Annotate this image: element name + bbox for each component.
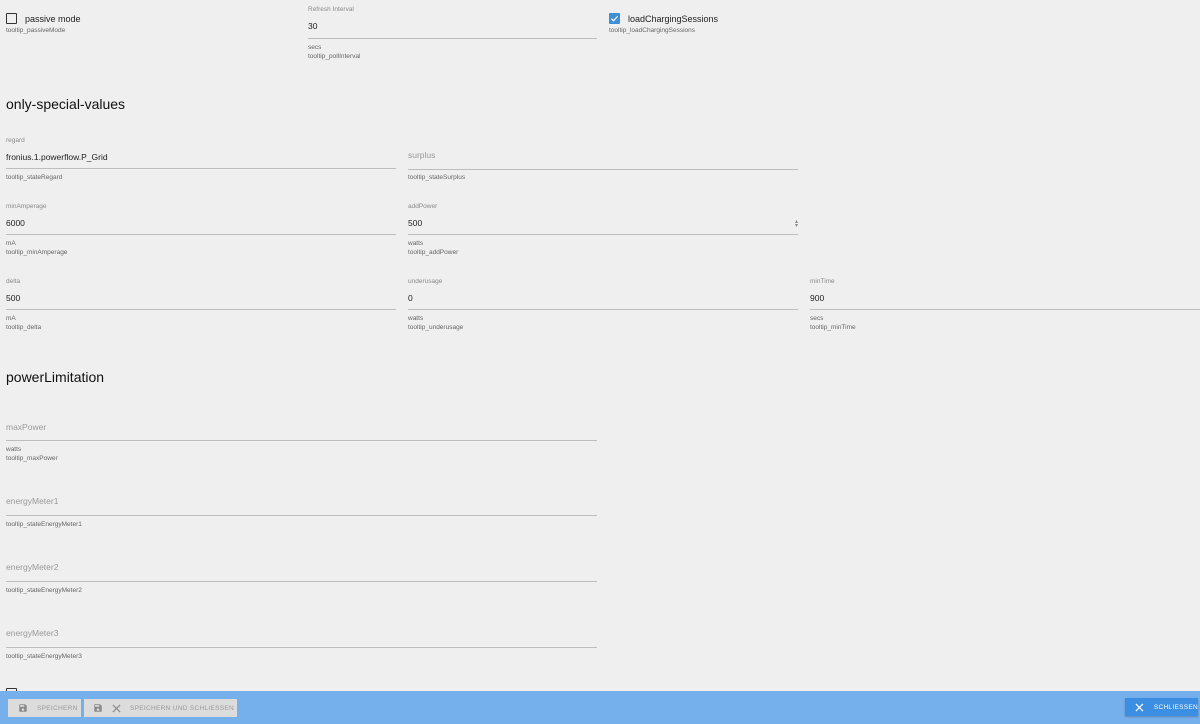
save-icon	[94, 704, 102, 712]
regard-underline	[6, 168, 396, 169]
load-charging-label: loadChargingSessions	[628, 13, 719, 24]
refresh-interval-input[interactable]: 30	[308, 21, 597, 31]
save-icon	[19, 704, 27, 712]
passive-mode-checkbox[interactable]	[6, 13, 17, 24]
number-spinner-icon[interactable]: ▴ ▾	[795, 219, 798, 229]
close-button[interactable]: schliessen	[1125, 698, 1198, 716]
max-power-unit: watts	[6, 446, 22, 453]
min-time-tooltip: tooltip_minTime	[810, 324, 856, 331]
energy-meter1-underline	[6, 515, 597, 516]
check-icon	[610, 15, 619, 22]
save-and-close-label: Speichern und schliessen	[130, 704, 234, 712]
add-power-label: addPower	[408, 203, 438, 210]
refresh-interval-label: Refresh Interval	[308, 6, 354, 13]
energy-meter1-input[interactable]: energyMeter1	[6, 496, 597, 506]
min-time-label: minTime	[810, 278, 835, 285]
refresh-interval-tooltip: tooltip_pollInterval	[308, 53, 361, 60]
section-title-power-limitation: powerLimitation	[6, 369, 105, 385]
min-amperage-unit: mA	[6, 240, 16, 247]
energy-meter1-tooltip: tooltip_stateEnergyMeter1	[6, 521, 82, 528]
energy-meter2-input[interactable]: energyMeter2	[6, 562, 597, 572]
delta-underline	[6, 309, 396, 310]
surplus-tooltip: tooltip_stateSurplus	[408, 174, 466, 181]
underusage-label: underusage	[408, 278, 443, 285]
close-button-label: schliessen	[1153, 703, 1198, 711]
save-and-close-button[interactable]: Speichern und schliessen	[84, 699, 237, 717]
regard-input[interactable]: fronius.1.powerflow.P_Grid	[6, 152, 396, 162]
underusage-underline	[408, 309, 798, 310]
underusage-tooltip: tooltip_underusage	[408, 324, 464, 331]
energy-meter3-tooltip: tooltip_stateEnergyMeter3	[6, 653, 82, 660]
delta-tooltip: tooltip_delta	[6, 324, 42, 331]
close-icon	[1135, 703, 1144, 711]
add-power-input[interactable]: 500	[408, 218, 798, 228]
delta-field[interactable]: delta 500	[6, 278, 396, 310]
surplus-input[interactable]: surplus	[408, 150, 798, 160]
min-time-field[interactable]: minTime 900	[810, 278, 1200, 310]
underusage-input[interactable]: 0	[408, 293, 798, 303]
add-power-tooltip: tooltip_addPower	[408, 249, 459, 256]
energy-meter2-field[interactable]: energyMeter2	[6, 562, 597, 582]
energy-meter3-field[interactable]: energyMeter3	[6, 628, 597, 648]
load-charging-checkbox-row[interactable]: loadChargingSessions	[609, 13, 718, 24]
delta-label: delta	[6, 278, 21, 285]
min-amperage-field[interactable]: minAmperage 6000	[6, 203, 396, 235]
energy-meter3-input[interactable]: energyMeter3	[6, 628, 597, 638]
add-power-field[interactable]: addPower 500 ▴ ▾	[408, 203, 798, 235]
min-time-unit: secs	[810, 315, 824, 322]
refresh-interval-underline	[308, 38, 597, 39]
min-time-input[interactable]: 900	[810, 293, 1200, 303]
refresh-interval-field[interactable]: Refresh Interval 30	[308, 6, 597, 39]
section-title-special-values: only-special-values	[6, 96, 126, 112]
energy-meter2-tooltip: tooltip_stateEnergyMeter2	[6, 587, 82, 594]
delta-unit: mA	[6, 315, 16, 322]
energy-meter3-underline	[6, 647, 597, 648]
underusage-unit: watts	[408, 315, 424, 322]
energy-meter1-field[interactable]: energyMeter1	[6, 496, 597, 516]
save-button-label: Speichern	[37, 704, 78, 712]
regard-field[interactable]: regard fronius.1.powerflow.P_Grid	[6, 137, 396, 169]
load-charging-checkbox[interactable]	[609, 13, 620, 24]
regard-tooltip: tooltip_stateRegard	[6, 174, 63, 181]
bottom-toolbar: Speichern Speichern und schliessen schli…	[0, 691, 1200, 724]
regard-label: regard	[6, 137, 25, 144]
load-charging-tooltip: tooltip_loadChargingSessions	[609, 27, 696, 34]
min-time-underline	[810, 309, 1200, 310]
add-power-unit: watts	[408, 240, 424, 247]
min-amperage-tooltip: tooltip_minAmperage	[6, 249, 68, 256]
underusage-field[interactable]: underusage 0	[408, 278, 798, 310]
max-power-field[interactable]: maxPower	[6, 422, 597, 441]
energy-meter2-underline	[6, 581, 597, 582]
max-power-underline	[6, 440, 597, 441]
save-button[interactable]: Speichern	[8, 699, 81, 717]
delta-input[interactable]: 500	[6, 293, 396, 303]
min-amperage-input[interactable]: 6000	[6, 218, 396, 228]
min-amperage-underline	[6, 234, 396, 235]
close-icon	[112, 703, 121, 713]
max-power-tooltip: tooltip_maxPower	[6, 455, 58, 462]
add-power-underline	[408, 234, 798, 235]
passive-mode-tooltip: tooltip_passiveMode	[6, 27, 66, 34]
max-power-input[interactable]: maxPower	[6, 422, 597, 432]
surplus-field[interactable]: surplus	[408, 150, 798, 170]
passive-mode-label: passive mode	[25, 13, 81, 24]
min-amperage-label: minAmperage	[6, 203, 47, 210]
refresh-interval-unit: secs	[308, 44, 322, 51]
passive-mode-checkbox-row[interactable]: passive mode	[6, 13, 81, 24]
surplus-underline	[408, 169, 798, 170]
